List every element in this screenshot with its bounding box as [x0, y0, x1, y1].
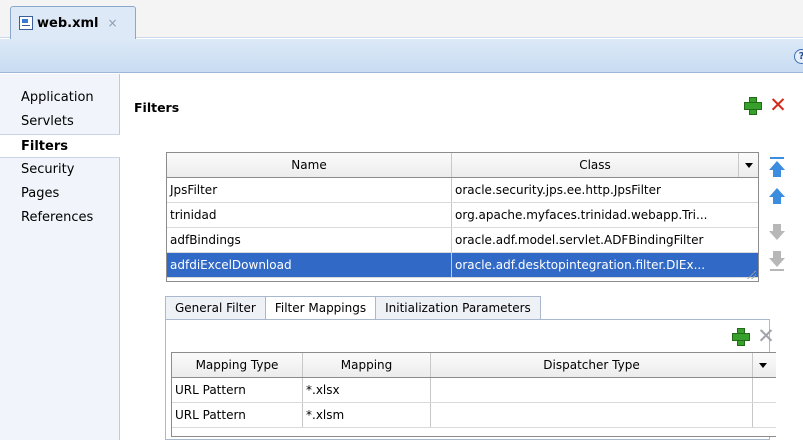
- mappings-column-menu-button[interactable]: [753, 353, 772, 377]
- file-tab-web-xml[interactable]: web.xml ×: [10, 6, 136, 39]
- dispatcher-type-cell[interactable]: [431, 378, 753, 402]
- column-menu-button[interactable]: [739, 153, 758, 177]
- filters-content-panel: Filters ✕ Name Class JpsFilter oracle.se…: [121, 74, 803, 440]
- mapping-type-cell[interactable]: URL Pattern: [172, 378, 303, 402]
- nav-item-filters[interactable]: Filters: [0, 134, 120, 158]
- xml-file-icon: [19, 16, 33, 30]
- move-bottom-icon[interactable]: [769, 251, 785, 271]
- mapping-type-cell[interactable]: URL Pattern: [172, 403, 303, 427]
- filter-name-cell[interactable]: JpsFilter: [167, 178, 452, 202]
- column-header-mapping-type[interactable]: Mapping Type: [172, 353, 303, 377]
- move-down-icon[interactable]: [769, 222, 785, 240]
- tab-general-filter[interactable]: General Filter: [165, 296, 266, 319]
- dispatcher-type-cell[interactable]: [431, 403, 753, 427]
- table-row[interactable]: JpsFilter oracle.security.jps.ee.http.Jp…: [167, 178, 758, 203]
- filter-name-cell[interactable]: trinidad: [167, 203, 452, 227]
- add-mapping-icon[interactable]: [732, 328, 750, 346]
- help-icon[interactable]: ?: [794, 49, 803, 64]
- overview-nav: Application Servlets Filters Security Pa…: [0, 74, 120, 440]
- filter-class-cell[interactable]: oracle.adf.desktopintegration.filter.DIE…: [452, 253, 758, 277]
- mappings-toolbar: ✕: [166, 320, 775, 353]
- section-title: Filters: [134, 100, 180, 115]
- table-row[interactable]: adfBindings oracle.adf.model.servlet.ADF…: [167, 228, 758, 253]
- nav-item-references[interactable]: References: [0, 206, 119, 230]
- nav-item-servlets[interactable]: Servlets: [0, 110, 119, 134]
- column-header-dispatcher-type[interactable]: Dispatcher Type: [431, 353, 753, 377]
- table-row[interactable]: URL Pattern *.xlsx: [172, 378, 776, 403]
- add-filter-icon[interactable]: [744, 97, 762, 115]
- filter-class-cell[interactable]: org.apache.myfaces.trinidad.webapp.Tri..…: [452, 203, 758, 227]
- column-header-name[interactable]: Name: [167, 153, 452, 177]
- tab-filter-mappings[interactable]: Filter Mappings: [264, 296, 377, 320]
- filters-table: Name Class JpsFilter oracle.security.jps…: [166, 152, 759, 282]
- filters-table-header: Name Class: [167, 153, 758, 178]
- table-row[interactable]: trinidad org.apache.myfaces.trinidad.web…: [167, 203, 758, 228]
- mappings-table: Mapping Type Mapping Dispatcher Type URL…: [171, 352, 776, 437]
- close-icon[interactable]: ×: [107, 16, 117, 30]
- move-top-icon[interactable]: [769, 157, 785, 177]
- filter-class-cell[interactable]: oracle.adf.model.servlet.ADFBindingFilte…: [452, 228, 758, 252]
- filter-class-cell[interactable]: oracle.security.jps.ee.http.JpsFilter: [452, 178, 758, 202]
- chevron-down-icon: [744, 163, 753, 168]
- mappings-table-header: Mapping Type Mapping Dispatcher Type: [172, 353, 776, 378]
- tab-initialization-parameters[interactable]: Initialization Parameters: [375, 296, 541, 319]
- column-header-class[interactable]: Class: [452, 153, 739, 177]
- filter-mappings-panel: ✕ Mapping Type Mapping Dispatcher Type U…: [165, 319, 776, 440]
- nav-item-pages[interactable]: Pages: [0, 182, 119, 206]
- move-up-icon[interactable]: [769, 186, 785, 204]
- table-row[interactable]: URL Pattern *.xlsm: [172, 403, 776, 428]
- chevron-down-icon: [758, 363, 767, 368]
- nav-item-application[interactable]: Application: [0, 86, 119, 110]
- resize-grip-icon[interactable]: [746, 269, 756, 279]
- mapping-cell[interactable]: *.xlsm: [303, 403, 431, 427]
- table-row-selected[interactable]: adfdiExcelDownload oracle.adf.desktopint…: [167, 253, 758, 278]
- filter-name-cell[interactable]: adfdiExcelDownload: [167, 253, 452, 277]
- filter-detail-tabs: General Filter Filter Mappings Initializ…: [165, 296, 541, 320]
- file-tab-title: web.xml: [37, 15, 99, 31]
- editor-tab-strip: web.xml ×: [0, 0, 803, 39]
- delete-filter-icon[interactable]: ✕: [769, 95, 787, 116]
- column-header-mapping[interactable]: Mapping: [303, 353, 431, 377]
- nav-item-security[interactable]: Security: [0, 158, 119, 182]
- filter-name-cell[interactable]: adfBindings: [167, 228, 452, 252]
- editor-header-band: ?: [0, 39, 803, 73]
- mapping-cell[interactable]: *.xlsx: [303, 378, 431, 402]
- delete-mapping-icon[interactable]: ✕: [757, 326, 775, 347]
